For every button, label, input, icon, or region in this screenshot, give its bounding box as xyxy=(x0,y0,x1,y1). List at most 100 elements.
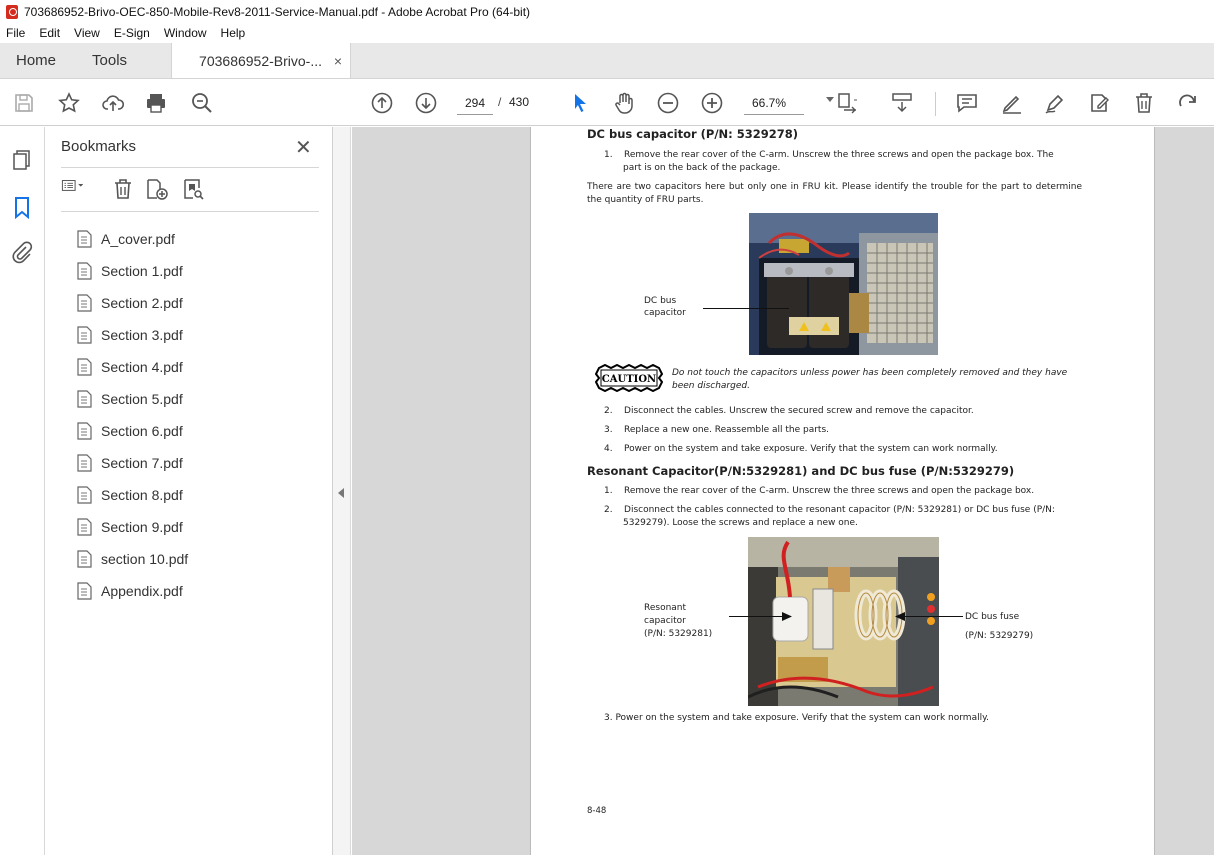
tab-tools[interactable]: Tools xyxy=(76,43,143,78)
section-heading-resonant: Resonant Capacitor(P/N:5329281) and DC b… xyxy=(587,464,1015,478)
find-bookmark-icon[interactable] xyxy=(181,177,205,201)
pdf-file-icon xyxy=(77,422,92,440)
menu-esign[interactable]: E-Sign xyxy=(114,26,150,40)
print-icon[interactable] xyxy=(144,91,168,115)
comment-icon[interactable] xyxy=(955,91,979,115)
page-thumbnails-icon[interactable] xyxy=(10,148,34,172)
note-paragraph: There are two capacitors here but only o… xyxy=(587,182,1082,205)
pdf-page: DC bus capacitor (P/N: 5329278) 1. Remov… xyxy=(530,127,1155,855)
upload-cloud-icon[interactable] xyxy=(101,91,125,115)
zoom-level-field[interactable]: 66.7% xyxy=(744,91,804,115)
menu-view[interactable]: View xyxy=(74,26,100,40)
menu-edit[interactable]: Edit xyxy=(39,26,60,40)
scroll-mode-icon[interactable] xyxy=(890,91,914,115)
fill-sign-icon[interactable] xyxy=(1088,91,1112,115)
bookmark-item[interactable]: Section 1.pdf xyxy=(77,255,188,287)
bookmark-item[interactable]: Section 4.pdf xyxy=(77,351,188,383)
step-text: 3. Power on the system and take exposure… xyxy=(604,713,989,723)
save-icon[interactable] xyxy=(12,91,36,115)
tab-home[interactable]: Home xyxy=(0,43,76,78)
section-heading-dc-bus: DC bus capacitor (P/N: 5329278) xyxy=(587,127,799,141)
menu-file[interactable]: File xyxy=(6,26,25,40)
page-number-input[interactable]: 294 xyxy=(457,91,493,115)
bookmark-label: section 10.pdf xyxy=(101,551,189,567)
bookmark-item[interactable]: Section 2.pdf xyxy=(77,287,188,319)
dc-bus-capacitor-photo xyxy=(749,213,938,355)
menu-window[interactable]: Window xyxy=(164,26,207,40)
bookmark-label: Section 5.pdf xyxy=(101,391,183,407)
step-text: 4. Power on the system and take exposure… xyxy=(604,444,998,454)
tab-document[interactable]: 703686952-Brivo-... × xyxy=(171,43,352,78)
bookmark-item[interactable]: A_cover.pdf xyxy=(77,223,188,255)
window-title: 703686952-Brivo-OEC-850-Mobile-Rev8-2011… xyxy=(24,4,531,19)
page-separator: / xyxy=(498,95,502,109)
next-page-icon[interactable] xyxy=(414,91,438,115)
zoom-dropdown-chevron-icon[interactable] xyxy=(826,97,834,102)
step-text: 2. Disconnect the cables. Unscrew the se… xyxy=(604,406,974,416)
delete-bookmark-icon[interactable] xyxy=(111,177,135,201)
document-viewer[interactable]: DC bus capacitor (P/N: 5329278) 1. Remov… xyxy=(352,127,1214,855)
pdf-file-icon xyxy=(77,390,92,408)
pdf-file-icon xyxy=(77,326,92,344)
zoom-in-icon[interactable] xyxy=(700,91,724,115)
zoom-out-icon[interactable] xyxy=(656,91,680,115)
fig2-left-label-line3: (P/N: 5329281) xyxy=(644,629,713,639)
fig2-right-arrow-icon xyxy=(895,612,905,621)
bookmark-label: Section 3.pdf xyxy=(101,327,183,343)
bookmarks-divider xyxy=(61,167,319,168)
bookmark-item[interactable]: Section 5.pdf xyxy=(77,383,188,415)
toolbar: 294 / 430 66.7% xyxy=(0,80,1214,126)
page-total: 430 xyxy=(509,95,530,109)
bookmark-item[interactable]: Section 7.pdf xyxy=(77,447,188,479)
select-cursor-icon[interactable] xyxy=(568,91,592,115)
fig2-left-label-line2: capacitor xyxy=(644,616,686,626)
bookmark-options-icon[interactable] xyxy=(61,177,85,201)
bookmark-item[interactable]: Section 9.pdf xyxy=(77,511,188,543)
acrobat-app-icon xyxy=(6,4,18,19)
pdf-file-icon xyxy=(77,550,92,568)
step-text: part is on the back of the package. xyxy=(623,163,781,173)
bookmark-icon[interactable] xyxy=(10,195,34,220)
new-bookmark-icon[interactable] xyxy=(145,177,169,201)
page-fit-icon[interactable] xyxy=(835,91,859,115)
menu-help[interactable]: Help xyxy=(221,26,246,40)
pdf-file-icon xyxy=(77,230,92,248)
step-text: 1. Remove the rear cover of the C-arm. U… xyxy=(604,150,1054,160)
bookmark-label: Section 7.pdf xyxy=(101,455,183,471)
pdf-file-icon xyxy=(77,486,92,504)
bookmark-label: Section 2.pdf xyxy=(101,295,183,311)
collapse-arrow-icon[interactable] xyxy=(338,488,344,498)
previous-page-icon[interactable] xyxy=(370,91,394,115)
fig2-left-leader-line xyxy=(729,616,784,617)
bookmark-item[interactable]: Appendix.pdf xyxy=(77,575,188,607)
bookmarks-panel: Bookmarks ✕ A_cover.pdf Section 1.pdf Se… xyxy=(45,127,333,855)
resonant-capacitor-photo xyxy=(748,537,939,706)
fig2-left-label-line1: Resonant xyxy=(644,603,687,613)
tab-close-icon[interactable]: × xyxy=(334,53,342,69)
bookmark-item[interactable]: Section 8.pdf xyxy=(77,479,188,511)
tab-bar: Home Tools 703686952-Brivo-... × xyxy=(0,43,1214,79)
bookmark-label: Appendix.pdf xyxy=(101,583,183,599)
star-icon[interactable] xyxy=(57,91,81,115)
step-text: 3. Replace a new one. Reassemble all the… xyxy=(604,425,830,435)
bookmark-label: Section 1.pdf xyxy=(101,263,183,279)
tab-document-label: 703686952-Brivo-... xyxy=(199,52,323,69)
step-text: 5329279). Loose the screws and replace a… xyxy=(623,518,858,528)
menu-bar: File Edit View E-Sign Window Help xyxy=(0,23,1214,43)
sign-pen-icon[interactable] xyxy=(1043,91,1067,115)
bookmark-item[interactable]: Section 6.pdf xyxy=(77,415,188,447)
panel-collapse-handle[interactable] xyxy=(333,127,351,855)
highlight-pen-icon[interactable] xyxy=(1000,91,1024,115)
hand-tool-icon[interactable] xyxy=(612,91,636,115)
delete-trash-icon[interactable] xyxy=(1132,91,1156,115)
search-zoom-icon[interactable] xyxy=(190,91,214,115)
left-navigation-rail xyxy=(0,127,45,855)
bookmarks-close-icon[interactable]: ✕ xyxy=(295,135,312,160)
rotate-icon[interactable] xyxy=(1176,91,1200,115)
bookmark-item[interactable]: Section 3.pdf xyxy=(77,319,188,351)
title-bar: 703686952-Brivo-OEC-850-Mobile-Rev8-2011… xyxy=(0,0,1214,23)
bookmarks-toolbar-divider xyxy=(61,211,319,212)
bookmark-item[interactable]: section 10.pdf xyxy=(77,543,188,575)
caution-badge-text: CAUTION xyxy=(602,374,656,385)
attachment-paperclip-icon[interactable] xyxy=(10,240,34,264)
